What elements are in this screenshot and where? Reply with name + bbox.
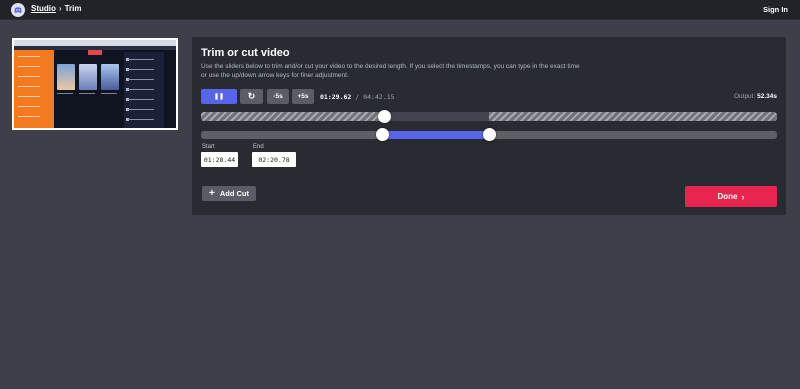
- add-cut-button[interactable]: + Add Cut: [202, 186, 256, 201]
- breadcrumb-current: Trim: [64, 4, 82, 13]
- thumb-line: [18, 106, 40, 107]
- rewind-5s-button[interactable]: -5s: [267, 89, 289, 104]
- pause-icon: ❚❚: [213, 94, 225, 100]
- breadcrumb-separator: ›: [58, 4, 62, 13]
- time-readout: 01:29.62/04:42.15: [320, 93, 395, 101]
- thumb-text: [101, 93, 117, 94]
- video-thumbnail[interactable]: [12, 38, 178, 130]
- instructions-text: Use the sliders below to trim and/or cut…: [201, 63, 580, 79]
- thumb-line: [18, 116, 40, 117]
- playback-timeline[interactable]: [201, 112, 777, 121]
- thumb-line: [128, 89, 154, 90]
- page-title: Trim or cut video: [201, 47, 290, 59]
- reset-icon: ↻: [247, 91, 256, 101]
- current-time: 01:29.62: [320, 93, 352, 101]
- thumb-logo: [88, 50, 102, 55]
- thumb-line: [128, 79, 154, 80]
- kept-segment: [382, 112, 489, 121]
- output-value: 52.34s: [757, 93, 777, 100]
- start-time-input[interactable]: [201, 152, 238, 167]
- done-label: Done: [717, 192, 738, 201]
- thumb-text: [79, 93, 95, 94]
- thumb-line: [18, 86, 40, 87]
- total-time: 04:42.15: [363, 93, 395, 101]
- trim-start-handle[interactable]: [375, 128, 389, 141]
- done-button[interactable]: Done ›: [685, 186, 777, 207]
- end-time-input[interactable]: [252, 152, 296, 167]
- trim-panel: Trim or cut video Use the sliders below …: [192, 37, 786, 215]
- thumb-line: [128, 59, 154, 60]
- thumb-line: [18, 56, 40, 57]
- trim-end-handle[interactable]: [482, 128, 496, 141]
- chevron-right-icon: ›: [741, 191, 745, 202]
- thumb-orange-sidebar: [14, 50, 54, 128]
- sign-in-link[interactable]: Sign In: [763, 5, 788, 14]
- thumb-line: [18, 96, 40, 97]
- discord-logo-icon[interactable]: [11, 3, 25, 17]
- breadcrumb-studio-link[interactable]: Studio: [31, 4, 56, 13]
- top-bar: Studio › Trim Sign In: [0, 0, 800, 20]
- end-label: End: [253, 144, 264, 150]
- add-cut-label: Add Cut: [219, 189, 249, 198]
- thumb-poster: [57, 64, 75, 90]
- reset-button[interactable]: ↻: [240, 89, 263, 104]
- breadcrumb: Studio › Trim: [31, 4, 81, 13]
- trim-range-selection: [382, 131, 489, 139]
- start-label: Start: [202, 144, 215, 150]
- plus-icon: +: [208, 187, 215, 199]
- thumb-text: [57, 93, 73, 94]
- thumb-line: [128, 99, 154, 100]
- output-duration: Output: 52.34s: [734, 93, 777, 100]
- thumb-poster: [79, 64, 97, 90]
- time-separator: /: [355, 93, 360, 101]
- playhead-handle[interactable]: [377, 110, 391, 123]
- thumb-poster: [101, 64, 119, 90]
- thumb-line: [128, 109, 154, 110]
- thumb-line: [128, 119, 154, 120]
- thumb-line: [128, 69, 154, 70]
- pause-button[interactable]: ❚❚: [201, 89, 237, 104]
- forward-5s-button[interactable]: +5s: [292, 89, 314, 104]
- output-label: Output:: [733, 93, 756, 100]
- thumb-line: [18, 76, 40, 77]
- thumb-line: [18, 66, 40, 67]
